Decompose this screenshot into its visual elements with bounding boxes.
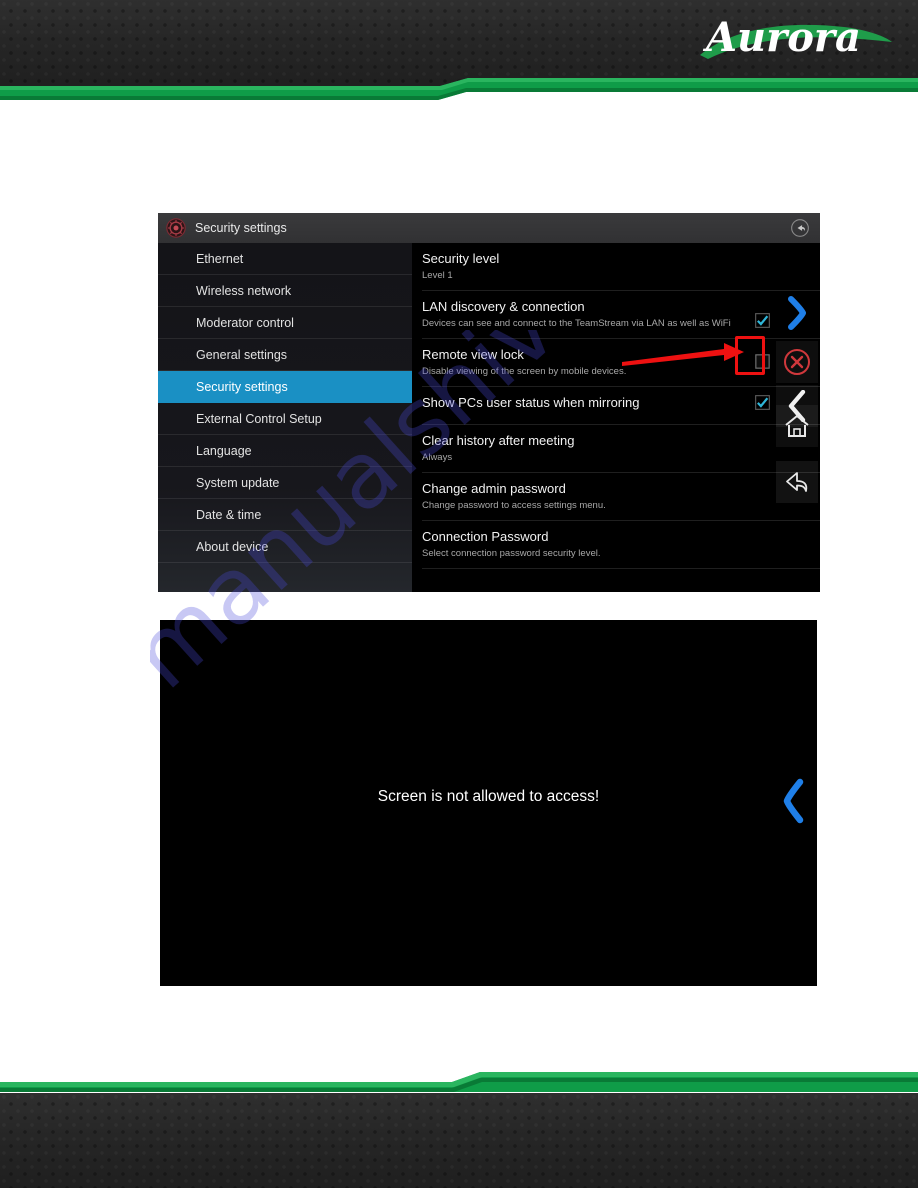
- nav-button-return[interactable]: [776, 461, 818, 503]
- header-faint-caption: [8, 96, 268, 116]
- setting-row-show-pcs-user-status[interactable]: Show PCs user status when mirroring: [422, 387, 820, 425]
- show-pcs-user-status-checkbox[interactable]: [755, 395, 770, 410]
- setting-title: Connection Password: [422, 529, 549, 544]
- sidebar-item-label: About device: [196, 539, 269, 554]
- aurora-logo: Aurora: [700, 14, 892, 61]
- nav-button-home[interactable]: [776, 405, 818, 447]
- sidebar-item-label: Wireless network: [196, 283, 292, 298]
- setting-row-clear-history[interactable]: Clear history after meeting Always: [422, 425, 820, 473]
- blocked-screen: Screen is not allowed to access!: [160, 620, 817, 986]
- setting-title: Clear history after meeting: [422, 433, 575, 448]
- chevron-left-blue-icon[interactable]: [779, 778, 807, 824]
- settings-sidebar: Ethernet Wireless network Moderator cont…: [158, 243, 412, 592]
- home-icon: [785, 414, 809, 437]
- sidebar-item-label: System update: [196, 475, 280, 490]
- sidebar-item-ethernet[interactable]: Ethernet: [158, 243, 412, 275]
- sidebar-item-label: Language: [196, 443, 252, 458]
- blocked-screen-message: Screen is not allowed to access!: [377, 788, 600, 805]
- undo-circle-icon[interactable]: [790, 218, 810, 238]
- lan-discovery-checkbox[interactable]: [755, 313, 770, 328]
- nav-button-close[interactable]: [776, 341, 818, 383]
- sidebar-item-label: Date & time: [196, 507, 262, 522]
- sidebar-item-date-time[interactable]: Date & time: [158, 499, 412, 531]
- sidebar-item-label: General settings: [196, 347, 288, 362]
- sidebar-item-label: Security settings: [196, 379, 288, 394]
- setting-row-connection-password[interactable]: Connection Password Select connection pa…: [422, 521, 820, 569]
- setting-row-change-admin-password[interactable]: Change admin password Change password to…: [422, 473, 820, 521]
- setting-subtitle: Select connection password security leve…: [422, 548, 601, 559]
- setting-row-security-level[interactable]: Security level Level 1: [422, 243, 820, 291]
- sidebar-item-general-settings[interactable]: General settings: [158, 339, 412, 371]
- chevron-right-blue-icon: [788, 296, 806, 330]
- setting-subtitle: Level 1: [422, 270, 453, 281]
- page-footer: [0, 1093, 918, 1188]
- annotation-highlight-box: [735, 336, 765, 375]
- setting-row-lan-discovery[interactable]: LAN discovery & connection Devices can s…: [422, 291, 820, 339]
- settings-gear-icon: [166, 218, 186, 238]
- sidebar-item-moderator-control[interactable]: Moderator control: [158, 307, 412, 339]
- sidebar-item-system-update[interactable]: System update: [158, 467, 412, 499]
- sidebar-item-label: Moderator control: [196, 315, 294, 330]
- settings-window: Security settings Ethernet Wireless netw…: [158, 213, 820, 592]
- settings-title-bar: Security settings: [158, 213, 820, 243]
- setting-subtitle: Always: [422, 452, 453, 463]
- setting-title: Security level: [422, 251, 500, 266]
- sidebar-item-language[interactable]: Language: [158, 435, 412, 467]
- sidebar-item-label: External Control Setup: [196, 411, 322, 426]
- sidebar-filler: [158, 563, 412, 596]
- nav-button-forward[interactable]: [776, 292, 818, 334]
- logo-wordmark: Aurora: [702, 14, 861, 61]
- sidebar-item-label: Ethernet: [196, 251, 244, 266]
- settings-body: Ethernet Wireless network Moderator cont…: [158, 243, 820, 592]
- back-arrow-icon: [786, 472, 808, 492]
- settings-title: Security settings: [195, 221, 287, 235]
- close-circle-red-icon: [784, 349, 810, 375]
- sidebar-item-about-device[interactable]: About device: [158, 531, 412, 563]
- sidebar-item-security-settings[interactable]: Security settings: [158, 371, 412, 403]
- sidebar-item-external-control-setup[interactable]: External Control Setup: [158, 403, 412, 435]
- setting-title: Change admin password: [422, 481, 566, 496]
- setting-subtitle: Change password to access settings menu.: [422, 500, 606, 511]
- sidebar-item-wireless-network[interactable]: Wireless network: [158, 275, 412, 307]
- settings-detail-panel: Security level Level 1 LAN discovery & c…: [412, 243, 820, 592]
